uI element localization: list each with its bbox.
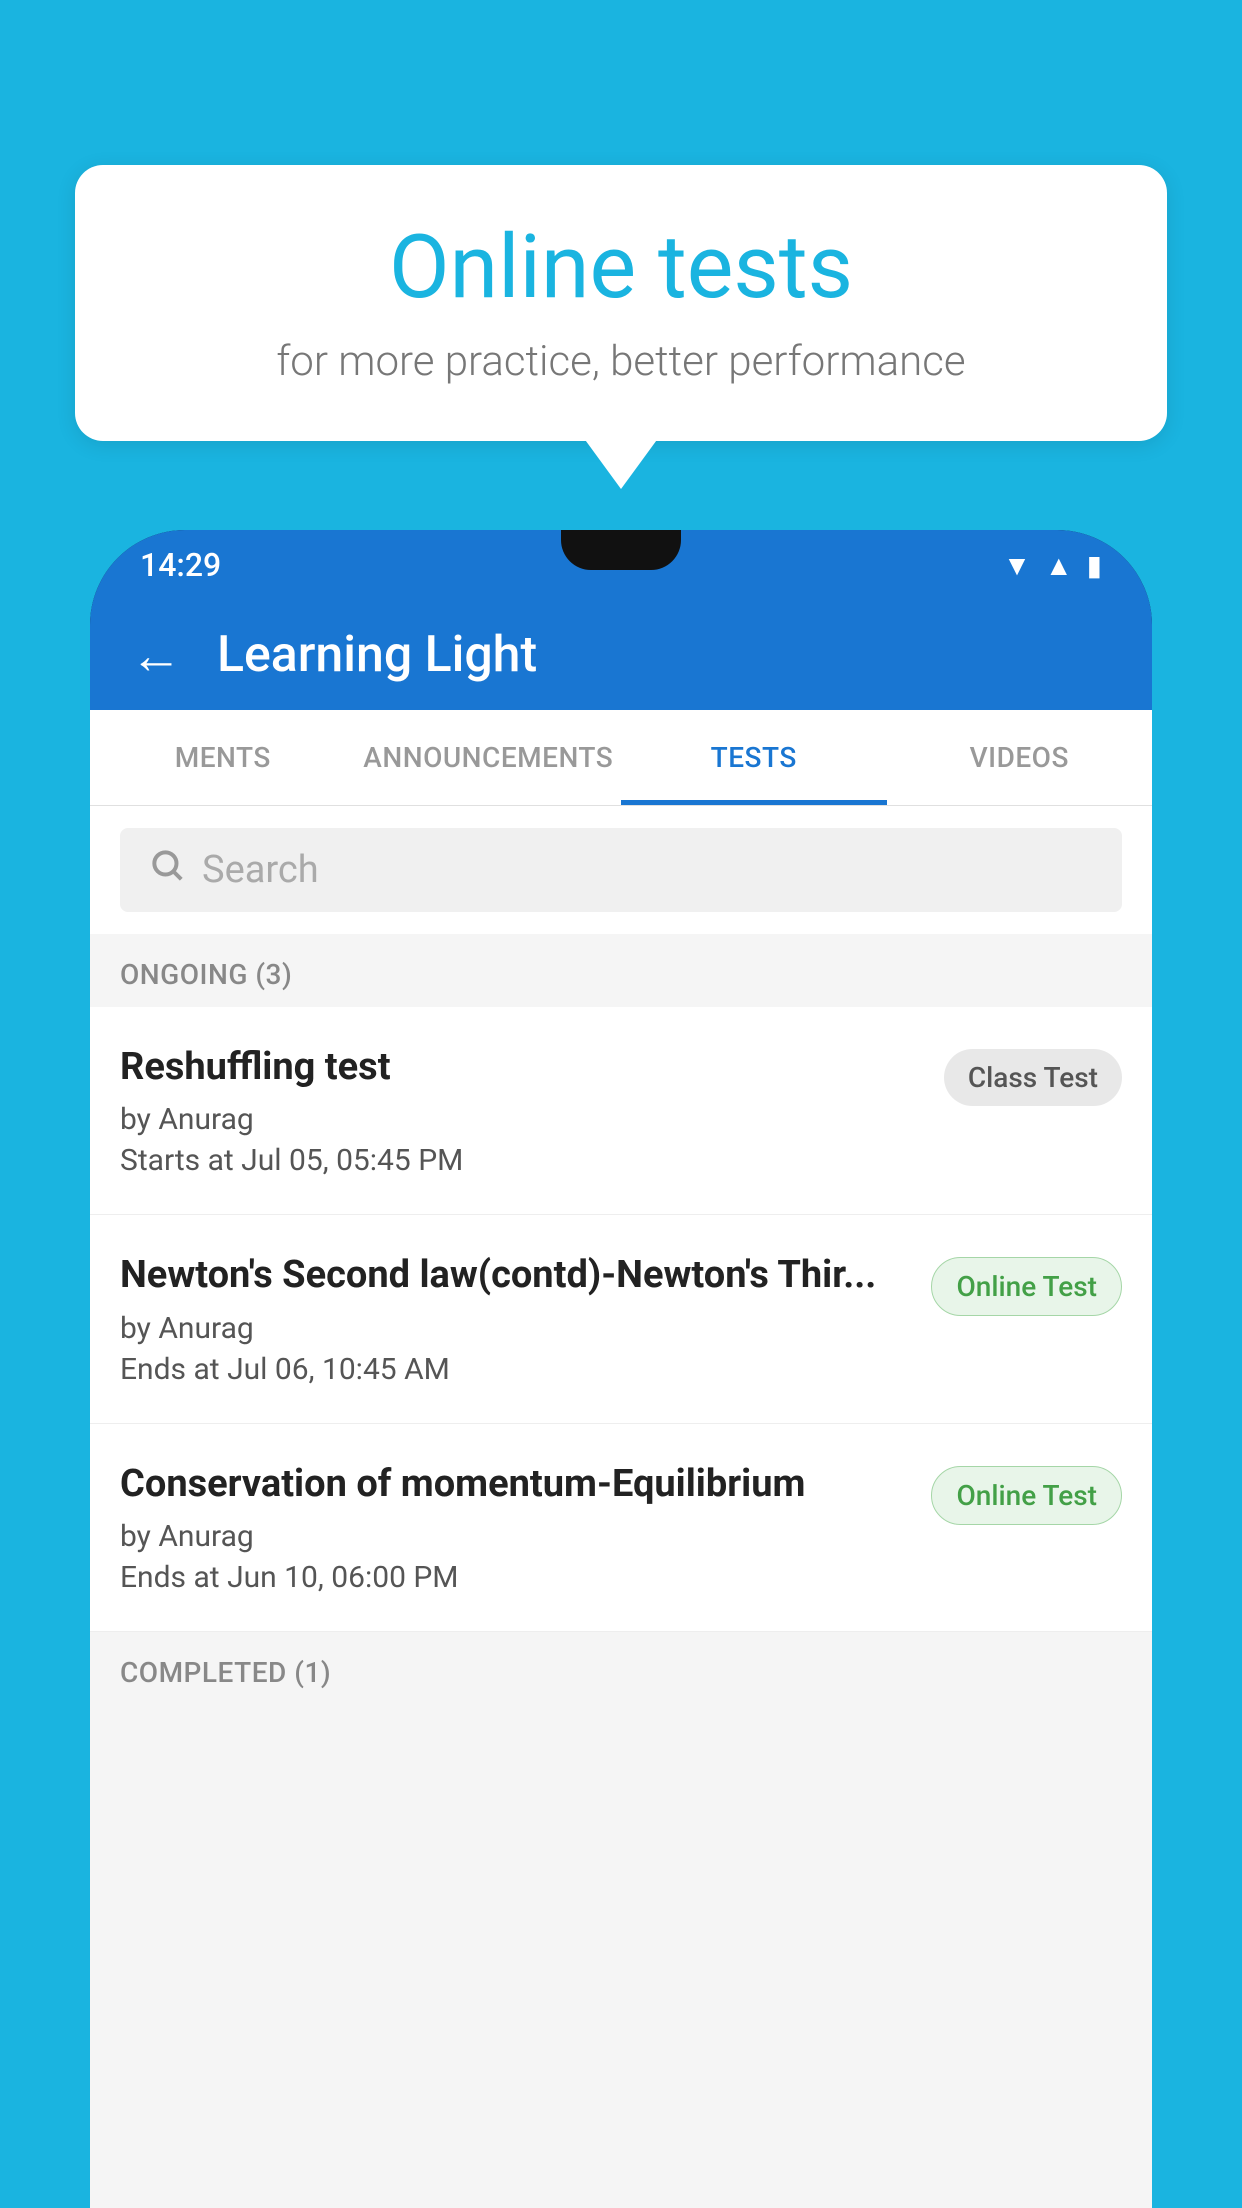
tab-videos[interactable]: VIDEOS [887, 710, 1153, 805]
app-title: Learning Light [217, 626, 537, 684]
test-author: by Anurag [120, 1311, 911, 1346]
notch [561, 530, 681, 570]
test-item[interactable]: Newton's Second law(contd)-Newton's Thir… [90, 1215, 1152, 1423]
search-placeholder-text: Search [202, 848, 319, 892]
test-name: Reshuffling test [120, 1043, 924, 1092]
battery-icon: ▮ [1087, 549, 1102, 582]
test-item[interactable]: Conservation of momentum-Equilibrium by … [90, 1424, 1152, 1632]
back-button[interactable]: ← [130, 625, 182, 686]
tab-tests[interactable]: TESTS [621, 710, 887, 805]
bubble-title: Online tests [135, 220, 1107, 317]
bubble-subtitle: for more practice, better performance [135, 337, 1107, 386]
test-info: Newton's Second law(contd)-Newton's Thir… [120, 1251, 911, 1386]
test-info: Reshuffling test by Anurag Starts at Jul… [120, 1043, 924, 1178]
search-input-wrap[interactable]: Search [120, 828, 1122, 912]
tab-assignments[interactable]: MENTS [90, 710, 356, 805]
test-time: Starts at Jul 05, 05:45 PM [120, 1143, 924, 1178]
test-name: Conservation of momentum-Equilibrium [120, 1460, 911, 1509]
test-badge-online: Online Test [931, 1466, 1122, 1525]
tab-bar: MENTS ANNOUNCEMENTS TESTS VIDEOS [90, 710, 1152, 806]
status-time: 14:29 [140, 546, 221, 584]
test-time: Ends at Jul 06, 10:45 AM [120, 1352, 911, 1387]
test-item[interactable]: Reshuffling test by Anurag Starts at Jul… [90, 1007, 1152, 1215]
status-bar: 14:29 ▼ ▲ ▮ [90, 530, 1152, 600]
tab-announcements[interactable]: ANNOUNCEMENTS [356, 710, 622, 805]
search-bar: Search [90, 806, 1152, 934]
test-info: Conservation of momentum-Equilibrium by … [120, 1460, 911, 1595]
test-badge-online: Online Test [931, 1257, 1122, 1316]
promo-speech-bubble: Online tests for more practice, better p… [75, 165, 1167, 441]
signal-icon: ▲ [1045, 549, 1073, 582]
phone-frame: 14:29 ▼ ▲ ▮ ← Learning Light MENTS ANNOU… [90, 530, 1152, 2208]
test-time: Ends at Jun 10, 06:00 PM [120, 1560, 911, 1595]
test-author: by Anurag [120, 1519, 911, 1554]
test-badge-class: Class Test [944, 1049, 1122, 1106]
search-icon [148, 846, 186, 894]
phone-screen: Search ONGOING (3) Reshuffling test by A… [90, 806, 1152, 2208]
test-name: Newton's Second law(contd)-Newton's Thir… [120, 1251, 911, 1300]
status-icons: ▼ ▲ ▮ [1003, 549, 1102, 582]
completed-section-header: COMPLETED (1) [90, 1632, 1152, 1705]
app-bar: ← Learning Light [90, 600, 1152, 710]
test-author: by Anurag [120, 1102, 924, 1137]
test-list: Reshuffling test by Anurag Starts at Jul… [90, 1007, 1152, 1632]
ongoing-section-header: ONGOING (3) [90, 934, 1152, 1007]
wifi-icon: ▼ [1003, 549, 1031, 582]
